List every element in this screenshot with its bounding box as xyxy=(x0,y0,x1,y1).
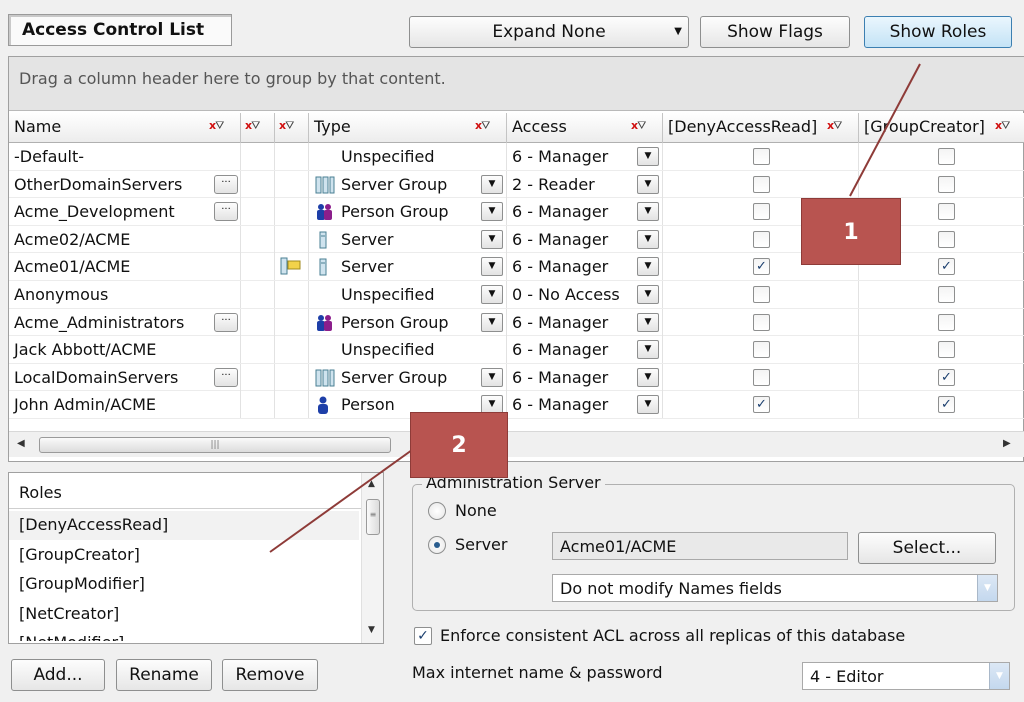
callout-2: 2 xyxy=(410,412,508,478)
callout-1-pointer xyxy=(849,63,921,197)
callout-1: 1 xyxy=(801,198,901,265)
annotation-arrows xyxy=(269,63,921,553)
callout-2-pointer xyxy=(269,449,413,553)
